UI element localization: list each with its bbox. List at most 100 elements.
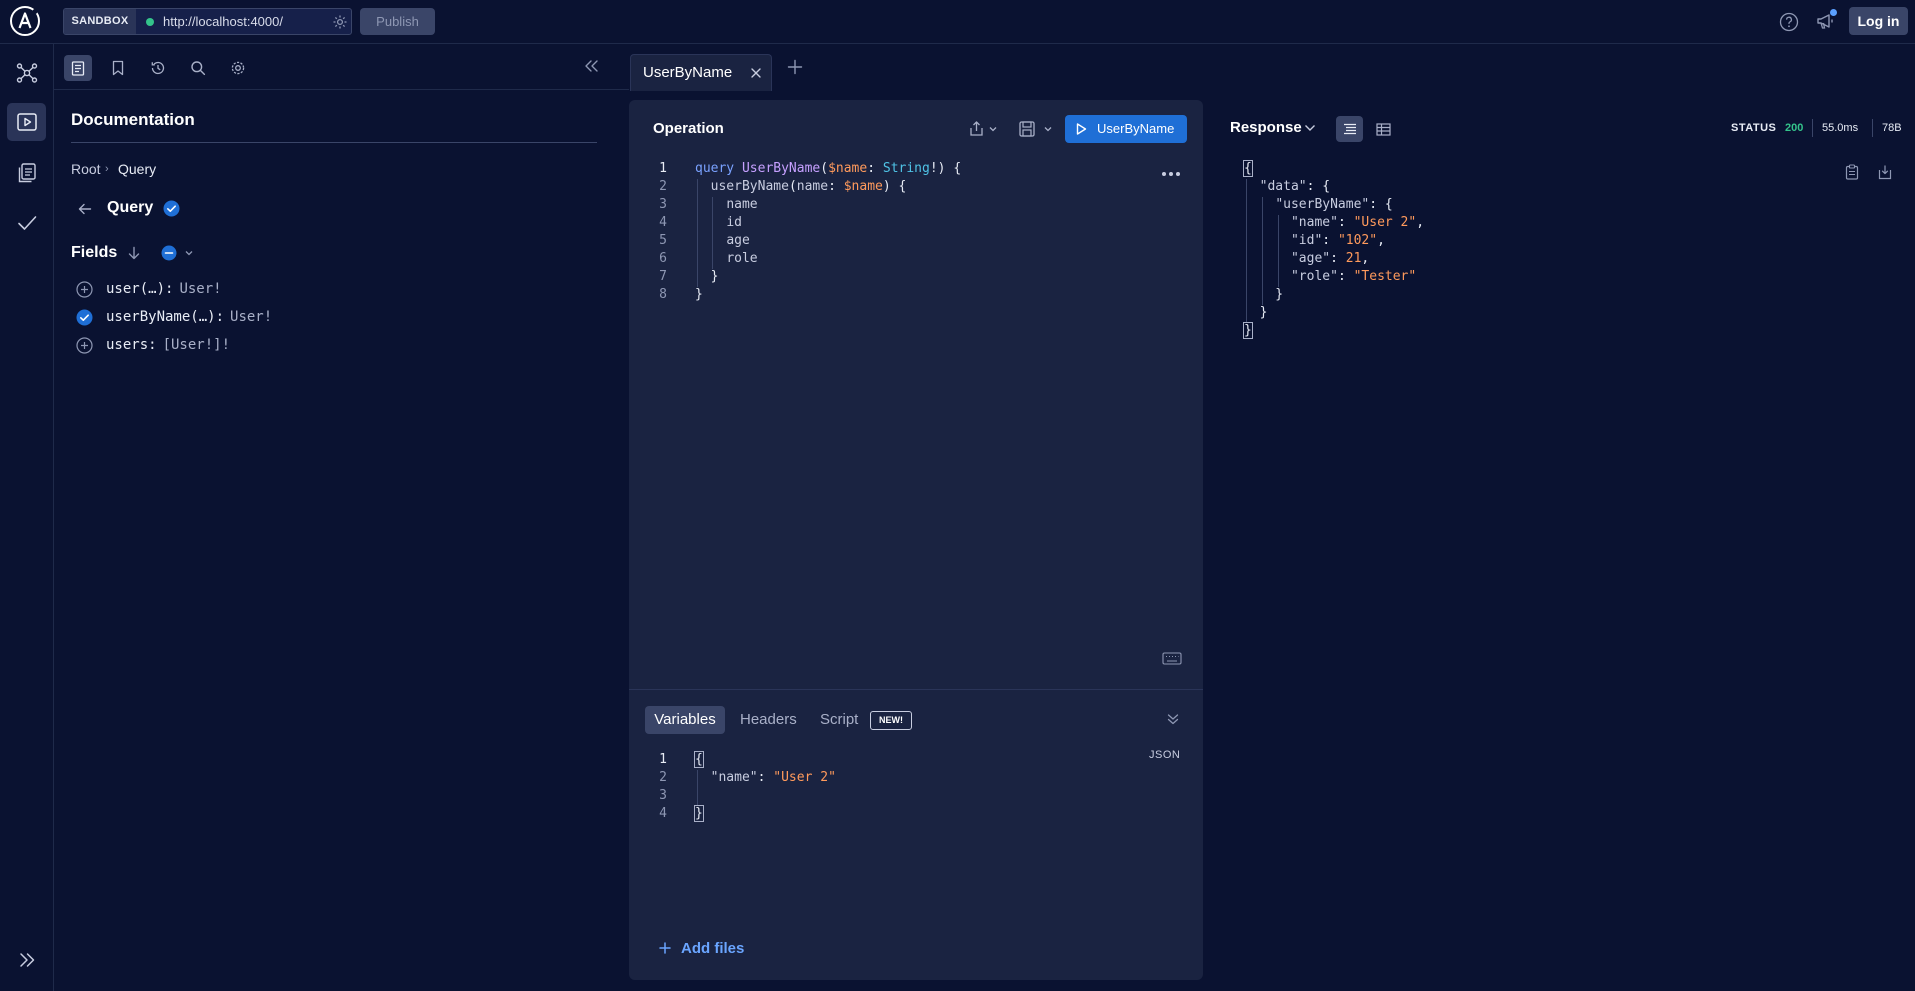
breadcrumb-root[interactable]: Root xyxy=(71,161,101,177)
settings-button[interactable] xyxy=(224,55,252,81)
add-tab-plus-icon[interactable] xyxy=(786,58,804,76)
divider xyxy=(1872,119,1873,137)
copy-icon[interactable] xyxy=(1845,164,1859,180)
document-icon xyxy=(71,60,85,76)
operation-editor[interactable]: query UserByName($name: String!) { userB… xyxy=(695,160,961,304)
code-token: userByName xyxy=(710,179,789,194)
code-line: "userByName": { xyxy=(1244,196,1424,214)
endpoint-url[interactable]: http://localhost:4000/ xyxy=(163,9,283,34)
code-token: "name" xyxy=(710,770,758,785)
help-icon[interactable] xyxy=(1779,12,1799,32)
play-icon xyxy=(1076,123,1087,135)
field-name[interactable]: users: xyxy=(106,337,157,353)
search-icon xyxy=(191,61,206,76)
tab-userbyname[interactable]: UserByName xyxy=(630,54,772,91)
login-button[interactable]: Log in xyxy=(1849,7,1908,35)
chevron-down-icon[interactable] xyxy=(1304,123,1316,133)
back-arrow-icon[interactable] xyxy=(77,201,93,217)
apollo-logo-icon[interactable] xyxy=(9,5,41,37)
connection-settings-gear-icon[interactable] xyxy=(332,14,348,30)
schema-nav-button[interactable] xyxy=(7,54,46,92)
field-type[interactable]: User! xyxy=(179,281,221,297)
line-number: 3 xyxy=(659,788,667,803)
response-title[interactable]: Response xyxy=(1230,119,1302,136)
history-button[interactable] xyxy=(144,55,172,81)
code-line: age xyxy=(695,232,961,250)
code-token: "name" xyxy=(1290,215,1338,230)
add-field-plus-icon[interactable] xyxy=(76,336,93,354)
field-row-users[interactable]: users: [User!]! xyxy=(76,335,230,355)
expand-icon xyxy=(19,953,34,967)
save-icon[interactable] xyxy=(1018,120,1056,138)
code-token: "userByName" xyxy=(1275,197,1370,212)
code-token: } xyxy=(695,287,703,302)
add-files-button[interactable]: Add files xyxy=(659,938,744,958)
more-options-icon[interactable] xyxy=(1161,171,1181,177)
documentation-toolbar xyxy=(54,44,629,90)
field-row-userbyname[interactable]: userByName(…): User! xyxy=(76,307,272,327)
code-token: } xyxy=(694,805,704,822)
code-token: : xyxy=(1330,251,1346,266)
run-operation-button[interactable]: UserByName xyxy=(1065,115,1187,143)
code-line: } xyxy=(695,286,961,304)
code-token: : { xyxy=(1369,197,1393,212)
line-number: 8 xyxy=(659,287,667,302)
response-text-view-button[interactable] xyxy=(1336,116,1363,142)
response-table-view-button[interactable] xyxy=(1370,116,1397,142)
code-token: ( xyxy=(820,161,829,176)
code-token: $name xyxy=(843,179,883,194)
code-token: "age" xyxy=(1290,251,1331,266)
close-icon[interactable] xyxy=(750,67,762,79)
expand-nav-button[interactable] xyxy=(7,941,46,979)
bookmarks-button[interactable] xyxy=(104,55,132,81)
code-token: "102" xyxy=(1337,233,1378,248)
deselect-all-minus-icon[interactable] xyxy=(161,245,177,261)
field-type[interactable]: User! xyxy=(230,309,272,325)
explorer-nav-button[interactable] xyxy=(7,103,46,141)
docs-tab-button[interactable] xyxy=(64,55,92,81)
sort-arrow-down-icon[interactable] xyxy=(126,245,142,261)
field-type[interactable]: [User!]! xyxy=(163,337,230,353)
type-selected-check-icon[interactable] xyxy=(163,200,180,217)
field-selected-check-icon[interactable] xyxy=(76,309,93,326)
code-line: } xyxy=(1244,304,1424,322)
tab-variables[interactable]: Variables xyxy=(645,706,725,734)
chevron-down-icon[interactable] xyxy=(184,248,194,258)
divider xyxy=(1812,119,1813,137)
checks-nav-button[interactable] xyxy=(7,204,46,242)
code-token: $name xyxy=(828,161,868,176)
line-number: 4 xyxy=(659,215,667,230)
tab-script[interactable]: Script xyxy=(820,706,858,734)
keyboard-shortcuts-icon[interactable] xyxy=(1162,652,1182,665)
collections-nav-button[interactable] xyxy=(7,154,46,192)
status-label: STATUS xyxy=(1731,122,1777,134)
code-token: , xyxy=(1416,215,1425,230)
variables-editor[interactable]: { "name": "User 2"} xyxy=(694,751,836,823)
code-line: } xyxy=(1244,286,1424,304)
response-size: 78B xyxy=(1882,122,1902,134)
field-name[interactable]: user(…): xyxy=(106,281,173,297)
gear-icon xyxy=(231,61,245,75)
add-field-plus-icon[interactable] xyxy=(76,280,93,298)
fields-heading: Fields xyxy=(71,244,118,261)
collapse-panel-icon[interactable] xyxy=(582,57,600,75)
divider xyxy=(71,142,597,143)
publish-button[interactable]: Publish xyxy=(360,8,435,35)
share-icon[interactable] xyxy=(967,120,1003,138)
field-row-user[interactable]: user(…): User! xyxy=(76,279,222,299)
breadcrumb-query[interactable]: Query xyxy=(118,161,156,177)
code-token: { xyxy=(1243,160,1253,177)
search-button[interactable] xyxy=(184,55,212,81)
tab-headers[interactable]: Headers xyxy=(740,706,797,734)
endpoint-selector[interactable]: SANDBOX http://localhost:4000/ xyxy=(63,8,352,35)
response-viewer[interactable]: { "data": { "userByName": { "name": "Use… xyxy=(1243,160,1425,340)
download-icon[interactable] xyxy=(1878,164,1892,180)
collapse-chevron-icon[interactable] xyxy=(1166,712,1180,726)
collections-icon xyxy=(18,163,36,183)
add-files-label: Add files xyxy=(681,939,745,957)
field-name[interactable]: userByName(…): xyxy=(106,309,224,325)
